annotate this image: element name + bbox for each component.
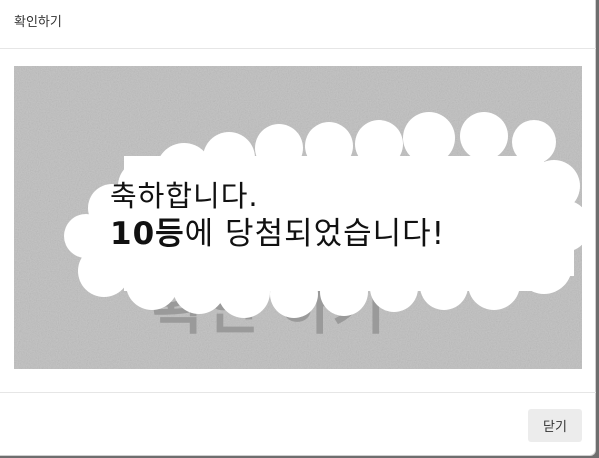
modal-footer: 닫기 [0,392,596,456]
confirm-modal: 확인하기 확인 하기 축하합니다. 10등에 당첨되었습니다! 닫기 [0,0,596,456]
prize-rank: 10등 [110,216,185,252]
modal-header: 확인하기 [0,0,596,49]
result-message-line1: 축하합니다. [110,179,259,213]
modal-body: 확인 하기 축하합니다. 10등에 당첨되었습니다! [0,49,596,393]
scratch-card[interactable]: 확인 하기 축하합니다. 10등에 당첨되었습니다! [14,66,582,369]
result-message-suffix: 에 당첨되었습니다! [184,216,446,252]
close-button[interactable]: 닫기 [528,409,582,442]
result-message-line2: 10등에 당첨되었습니다! [110,216,445,252]
modal-title: 확인하기 [14,15,62,30]
